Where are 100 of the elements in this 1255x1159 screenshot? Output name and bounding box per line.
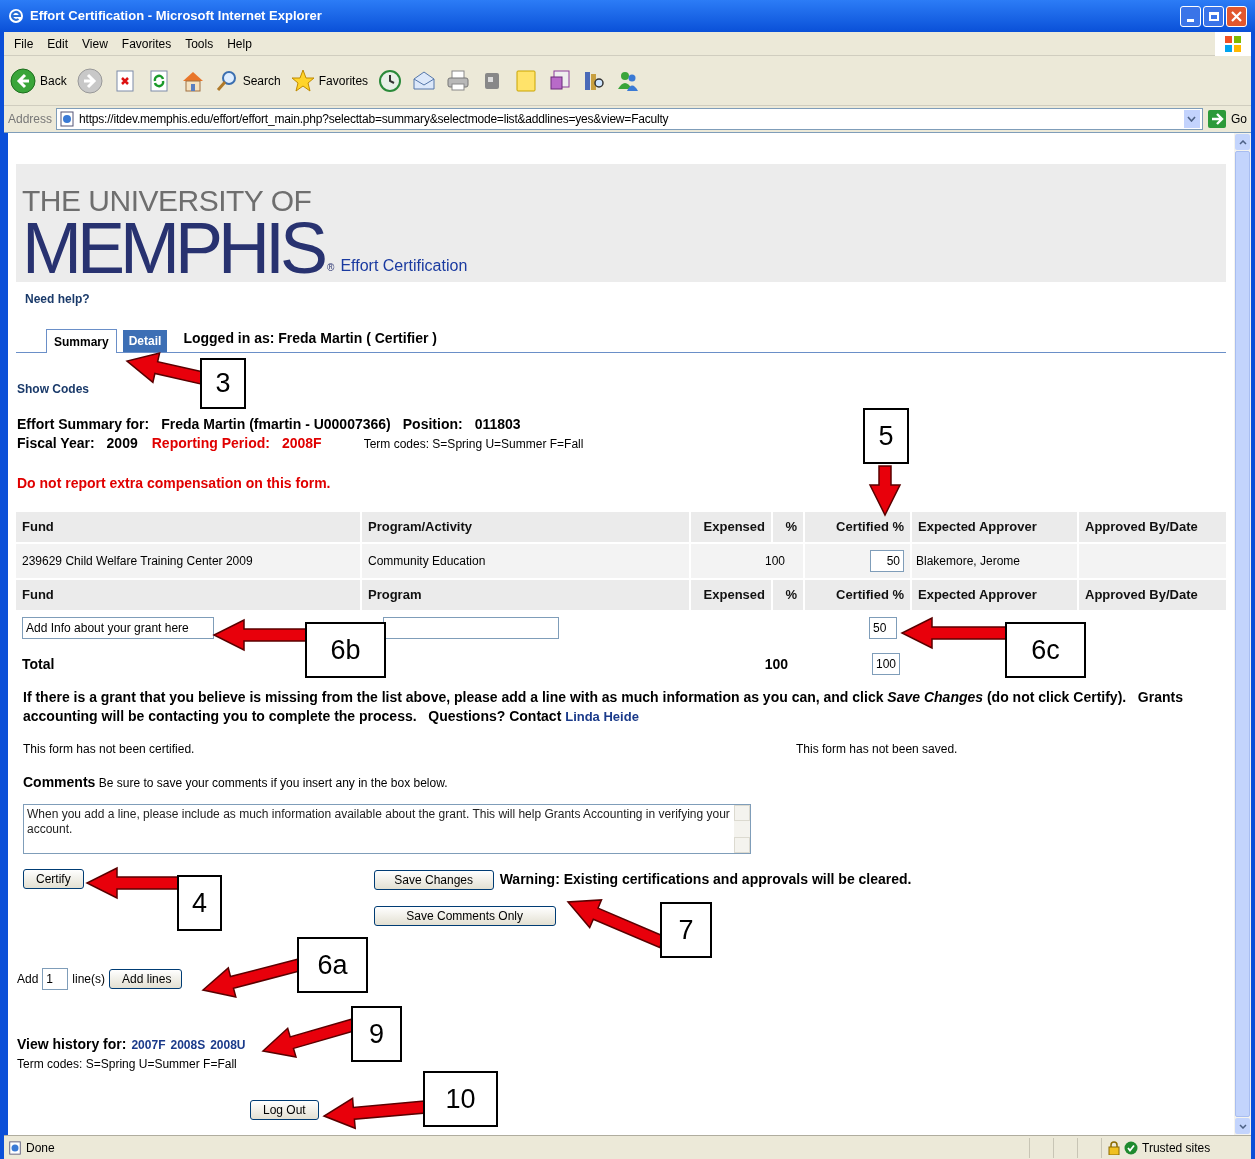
column-header: Expected Approver (912, 512, 1077, 542)
status-text: Done (26, 1139, 56, 1157)
column-header: Expected Approver (912, 580, 1077, 610)
column-header: % (773, 512, 803, 542)
column-header: Expensed (691, 580, 771, 610)
app-title: Effort Certification (340, 256, 468, 276)
check-icon (1124, 1140, 1138, 1155)
add-lines-button[interactable]: Add lines (109, 969, 183, 989)
table-cell: Blakemore, Jerome (912, 544, 1077, 578)
comments-field[interactable]: When you add a line, please include as much information available about the grant. This will help Grants Accounting in verifying your account. (23, 804, 751, 854)
table-cell: 100 (691, 544, 803, 578)
search-icon (214, 68, 239, 93)
term-codes-text: Term codes: S=Spring U=Summer F=Fall (17, 1056, 237, 1073)
callout-label: 9 (351, 1006, 402, 1062)
program-field[interactable] (383, 617, 559, 639)
star-icon (290, 68, 315, 93)
print-button[interactable] (446, 68, 471, 93)
logo-line: THE UNIVERSITY OF (22, 186, 313, 216)
tab[interactable]: Summary (46, 329, 117, 353)
column-header: Approved By/Date (1079, 580, 1226, 610)
page-icon (59, 111, 76, 127)
close-icon (1231, 10, 1242, 22)
column-header: % (773, 580, 803, 610)
forward-icon (76, 67, 103, 94)
scrollbar[interactable] (1234, 133, 1251, 1135)
callout-label: 6a (297, 937, 368, 993)
zone-text: Trusted sites (1142, 1139, 1211, 1157)
minimize-button[interactable] (1180, 5, 1201, 27)
certified-field[interactable]: 50 (870, 550, 904, 572)
media-button[interactable] (548, 68, 573, 93)
callout-label: 4 (177, 875, 222, 931)
column-header: Fund (16, 580, 360, 610)
warning-text: Do not report extra compensation on this form. (17, 474, 332, 493)
history-button[interactable] (378, 68, 403, 93)
search-button[interactable]: Search (214, 68, 281, 93)
column-header: Certified % (805, 512, 910, 542)
total-label: Total (22, 654, 56, 674)
history-icon (378, 68, 403, 93)
history-label: View history for: (17, 1035, 127, 1054)
contact-link[interactable]: Linda Heide (565, 709, 639, 724)
arrow-icon (1207, 109, 1227, 129)
help-link[interactable]: Need help? (25, 290, 90, 308)
certified-status: This form has not been certified. (23, 741, 196, 758)
fiscal-year-value: 2009 (106, 434, 138, 453)
favorites-button[interactable]: Favorites (290, 68, 369, 93)
fiscal-year-label: Fiscal Year: (17, 434, 95, 453)
add-label: Add (17, 971, 39, 988)
close-button[interactable] (1226, 5, 1247, 27)
total-field[interactable]: 100 (872, 653, 900, 675)
address-label: Address (8, 111, 53, 128)
address-field[interactable]: https://itdev.memphis.edu/effort/effort_main.php?selecttab=summary&selectmode=list&addlines=yes&view=Faculty (56, 108, 1203, 130)
history-link[interactable]: 2008U (210, 1036, 246, 1054)
column-header: Expensed (691, 512, 771, 542)
menu-item[interactable]: View (76, 34, 114, 53)
log-out-button[interactable]: Log Out (250, 1100, 319, 1120)
certify-button[interactable]: Certify (23, 869, 84, 889)
registered-mark: ® (327, 262, 335, 274)
menu-item[interactable]: Help (221, 34, 258, 53)
lines-label: line(s) (72, 971, 106, 988)
position-label: Position: (402, 415, 463, 434)
logo-name: MEMPHIS (22, 216, 324, 280)
menu-item[interactable]: File (8, 34, 40, 53)
tab[interactable]: Detail (122, 330, 168, 352)
certified-field[interactable]: 50 (869, 617, 897, 639)
column-header: Fund (16, 512, 360, 542)
callout-label: 3 (200, 358, 246, 409)
flag-icon (1224, 34, 1242, 53)
history-link[interactable]: 2007F (131, 1036, 166, 1054)
term-codes-text: Term codes: S=Spring U=Summer F=Fall (363, 436, 584, 453)
callout-label: 10 (423, 1071, 498, 1127)
url-text: https://itdev.memphis.edu/effort/effort_main.php?selecttab=summary&selectmode=list&addlines=yes&view=Faculty (79, 111, 669, 128)
menu-item[interactable]: Edit (41, 34, 75, 53)
show-codes-link[interactable]: Show Codes (17, 380, 89, 398)
forward-button[interactable] (76, 67, 103, 94)
go-button[interactable]: Go (1207, 109, 1247, 129)
table-cell: Community Education (362, 544, 689, 578)
lock-icon (1108, 1140, 1120, 1155)
printer-icon (446, 68, 471, 93)
chevron-icon (1187, 116, 1197, 122)
line-count-field[interactable]: 1 (42, 968, 69, 990)
period-label: Reporting Period: (151, 434, 270, 453)
save-changes-button[interactable]: Save Changes (373, 869, 494, 890)
callout-label: 5 (863, 408, 909, 464)
summary-label: Effort Summary for: (17, 415, 150, 434)
callout-arrow (868, 465, 902, 517)
menu-item[interactable]: Tools (179, 34, 220, 53)
note-icon (514, 68, 539, 93)
table-cell: 239629 Child Welfare Training Center 2009 (16, 544, 360, 578)
callout-label: 7 (660, 902, 712, 958)
save-comments-button[interactable]: Save Comments Only (373, 906, 556, 926)
logged-in-text: Logged in as: Freda Martin ( Certifier ) (183, 329, 437, 348)
maximize-button[interactable] (1203, 5, 1224, 27)
window-title: Effort Certification - Microsoft Internet Explorer (30, 7, 322, 26)
fund-field[interactable]: Add Info about your grant here (22, 617, 214, 639)
history-link[interactable]: 2008S (170, 1036, 206, 1054)
column-header: Program/Activity (362, 512, 689, 542)
menu-item[interactable]: Favorites (115, 34, 178, 53)
back-button[interactable]: Back (10, 67, 67, 94)
column-header: Certified % (805, 580, 910, 610)
dropdown-button[interactable] (1184, 110, 1200, 128)
